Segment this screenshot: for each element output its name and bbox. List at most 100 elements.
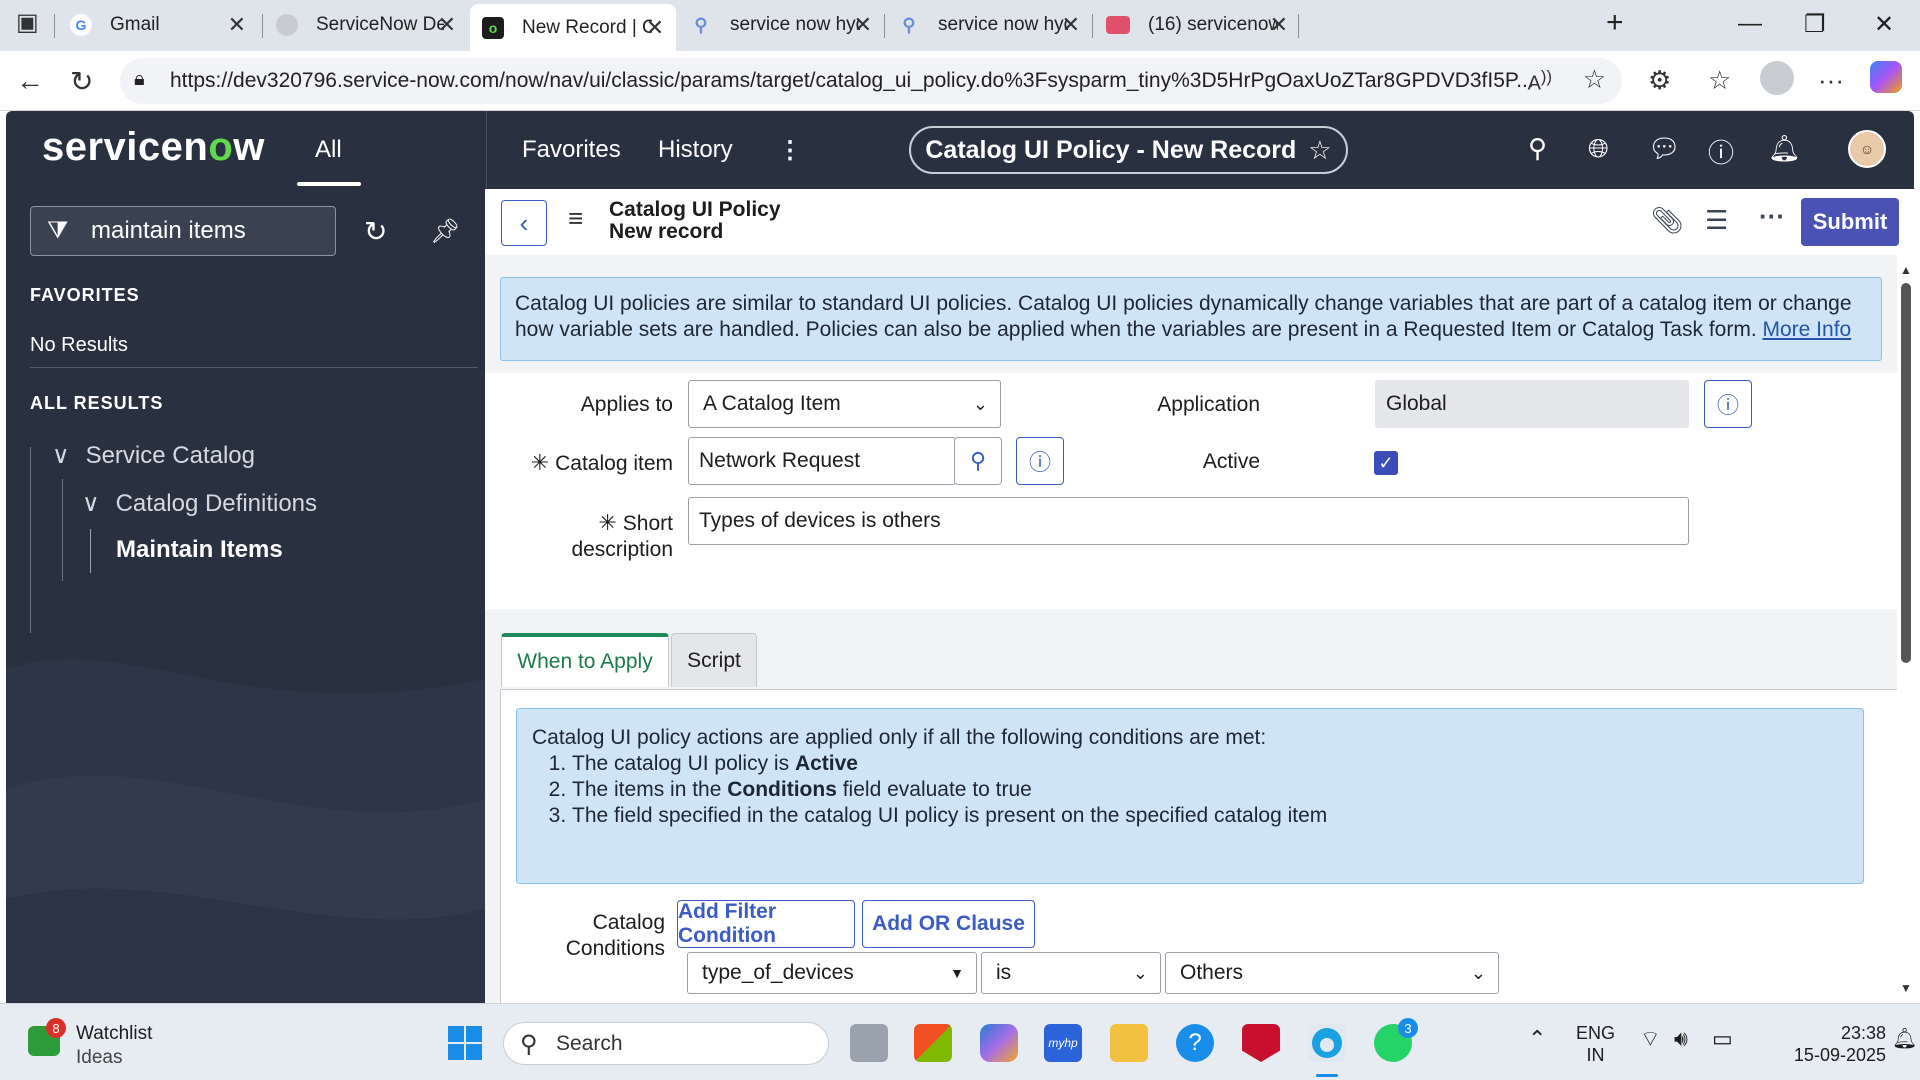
wifi-icon[interactable]: ⌔ xyxy=(1640,1028,1661,1050)
clock[interactable]: 23:38 15-09-2025 xyxy=(1760,1022,1886,1066)
favorites-icon[interactable]: ☆ xyxy=(1708,65,1731,96)
more-options-icon[interactable]: ··· xyxy=(1759,201,1785,232)
minimize-icon[interactable]: — xyxy=(1738,10,1762,38)
get-help-icon[interactable]: ? xyxy=(1176,1024,1214,1062)
context-title-pill[interactable]: Catalog UI Policy - New Record ☆ xyxy=(909,126,1348,174)
add-filter-condition-button[interactable]: Add Filter Condition xyxy=(677,900,855,948)
chevron-down-icon: ⌄ xyxy=(972,393,988,414)
settings-sliders-icon[interactable]: ☰ xyxy=(1705,205,1728,236)
restore-icon[interactable]: ❐ xyxy=(1804,10,1826,39)
condition-field-select[interactable]: type_of_devices ▼ xyxy=(687,952,977,994)
more-info-link[interactable]: More Info xyxy=(1763,318,1852,341)
tab-gmail[interactable]: G Gmail ✕ xyxy=(58,6,258,44)
tab-servicenow-develop[interactable]: ServiceNow Develop ✕ xyxy=(264,6,468,44)
profile-icon[interactable] xyxy=(1760,61,1794,95)
more-icon[interactable]: ··· xyxy=(1818,65,1844,96)
app-header: servicenow All Favorites History ⋮ Catal… xyxy=(6,111,1914,189)
microsoft-store-icon[interactable] xyxy=(914,1024,952,1062)
search-icon[interactable]: ⚲ xyxy=(1528,133,1547,164)
scrollbar[interactable]: ▲ ▼ xyxy=(1897,255,1914,1003)
tab-actions-icon[interactable]: ▣ xyxy=(16,8,39,37)
scrollbar-thumb[interactable] xyxy=(1901,283,1911,663)
catalog-item-field[interactable]: Network Request xyxy=(688,437,956,485)
chevron-up-icon[interactable]: ⌃ xyxy=(1528,1028,1546,1050)
sidebar-item-maintain-items[interactable]: Maintain Items xyxy=(116,536,283,564)
chat-icon[interactable]: 💬︎ xyxy=(1648,133,1681,164)
tab-when-to-apply[interactable]: When to Apply xyxy=(501,633,669,687)
favorites-menu[interactable]: Favorites xyxy=(522,136,621,164)
pin-icon[interactable]: 📌︎ xyxy=(430,217,460,246)
more-menu-icon[interactable]: ⋮ xyxy=(778,136,802,165)
tab-youtube[interactable]: (16) servicenow banç ✕ xyxy=(1094,6,1300,44)
attachment-icon[interactable]: 📎︎ xyxy=(1651,205,1684,236)
back-arrow-icon[interactable]: ← xyxy=(16,65,44,97)
watchlist-subtitle: Ideas xyxy=(76,1047,123,1068)
form-menu-icon[interactable]: ≡ xyxy=(568,203,583,234)
volume-icon[interactable]: 🔊︎ xyxy=(1674,1028,1688,1050)
new-tab-icon[interactable]: + xyxy=(1606,6,1624,40)
window-close-icon[interactable]: ✕ xyxy=(1874,10,1894,39)
search-icon: ⚲ xyxy=(969,448,987,473)
favorite-star-icon[interactable]: ☆ xyxy=(1583,64,1606,95)
application-info-button[interactable]: ⓘ xyxy=(1704,380,1752,428)
extensions-icon[interactable]: ⚙ xyxy=(1648,65,1671,96)
language-indicator[interactable]: ENG IN xyxy=(1576,1022,1615,1066)
avatar[interactable]: ☺ xyxy=(1848,130,1886,168)
history-menu[interactable]: History xyxy=(658,136,733,164)
tab-new-record[interactable]: o New Record | Catalo ✕ xyxy=(470,4,676,51)
battery-icon[interactable]: ▭ xyxy=(1712,1028,1733,1050)
star-icon[interactable]: ☆ xyxy=(1308,135,1331,166)
copilot-icon[interactable] xyxy=(1870,61,1902,93)
close-icon[interactable]: ✕ xyxy=(1062,12,1080,38)
sidebar-item-catalog-definitions[interactable]: ∨ Catalog Definitions xyxy=(82,489,317,518)
url-field[interactable]: 🔒︎ https://dev320796.service-now.com/now… xyxy=(120,58,1622,104)
watchlist-widget[interactable]: Watchlist Ideas xyxy=(76,1022,152,1070)
scroll-up-icon[interactable]: ▲ xyxy=(1900,263,1912,277)
all-menu[interactable]: All xyxy=(315,136,342,164)
catalog-item-lookup-button[interactable]: ⚲ xyxy=(954,437,1002,485)
submit-button[interactable]: Submit xyxy=(1801,198,1899,246)
refresh-icon[interactable]: ↻ xyxy=(70,65,93,98)
notifications-icon[interactable]: 🔔︎ xyxy=(1768,133,1801,164)
back-button[interactable]: ‹ xyxy=(501,200,547,246)
active-checkbox[interactable]: ✓ xyxy=(1374,451,1398,475)
scroll-down-icon[interactable]: ▼ xyxy=(1900,981,1912,995)
catalog-item-label: ✳ Catalog item xyxy=(515,450,673,476)
close-icon[interactable]: ✕ xyxy=(228,12,246,38)
close-icon[interactable]: ✕ xyxy=(1270,12,1288,38)
short-description-label: ✳ Short description xyxy=(515,510,673,563)
condition-value-select[interactable]: Others ⌄ xyxy=(1165,952,1499,994)
file-explorer-icon[interactable] xyxy=(1110,1024,1148,1062)
mcafee-icon[interactable] xyxy=(1242,1024,1280,1062)
tab-script[interactable]: Script xyxy=(671,633,757,687)
refresh-icon[interactable]: ↻ xyxy=(364,215,387,248)
sidebar-item-service-catalog[interactable]: ∨ Service Catalog xyxy=(52,441,255,470)
task-view-icon[interactable] xyxy=(850,1024,888,1062)
condition-operator-select[interactable]: is ⌄ xyxy=(981,952,1161,994)
short-description-field[interactable]: Types of devices is others xyxy=(688,497,1689,545)
help-icon[interactable]: ⓘ xyxy=(1708,133,1734,170)
edge-icon[interactable] xyxy=(1308,1024,1346,1062)
add-or-clause-button[interactable]: Add OR Clause xyxy=(862,900,1035,948)
copilot-icon[interactable] xyxy=(980,1024,1018,1062)
servicenow-logo[interactable]: servicenow xyxy=(42,125,265,170)
catalog-item-value: Network Request xyxy=(699,449,861,472)
catalog-item-info-button[interactable]: ⓘ xyxy=(1016,437,1064,485)
condition-field-value: type_of_devices xyxy=(702,961,854,984)
applies-to-select[interactable]: A Catalog Item ⌄ xyxy=(688,380,1001,428)
filter-input[interactable]: ⧩ maintain items xyxy=(30,206,336,256)
myhp-icon[interactable]: myhp xyxy=(1044,1024,1082,1062)
read-aloud-icon[interactable]: A)) xyxy=(1528,67,1552,96)
taskbar-search[interactable]: ⚲ Search xyxy=(503,1022,829,1065)
close-icon[interactable]: ✕ xyxy=(854,12,872,38)
tab-search-1[interactable]: ⚲ service now hyd - Se ✕ xyxy=(678,6,884,44)
browser-tab-bar: ▣ G Gmail ✕ ServiceNow Develop ✕ o New R… xyxy=(0,0,1920,51)
condition-value: Others xyxy=(1180,961,1244,984)
close-icon[interactable]: ✕ xyxy=(646,15,664,41)
globe-icon[interactable]: 🌐︎ xyxy=(1588,133,1609,165)
windows-start-icon[interactable] xyxy=(446,1024,484,1062)
close-icon[interactable]: ✕ xyxy=(438,12,456,38)
tab-search-2[interactable]: ⚲ service now hyd - Se ✕ xyxy=(886,6,1092,44)
notification-bell-icon[interactable]: 🔔︎ xyxy=(1892,1028,1917,1050)
chevron-down-icon: ⌄ xyxy=(1470,962,1486,983)
